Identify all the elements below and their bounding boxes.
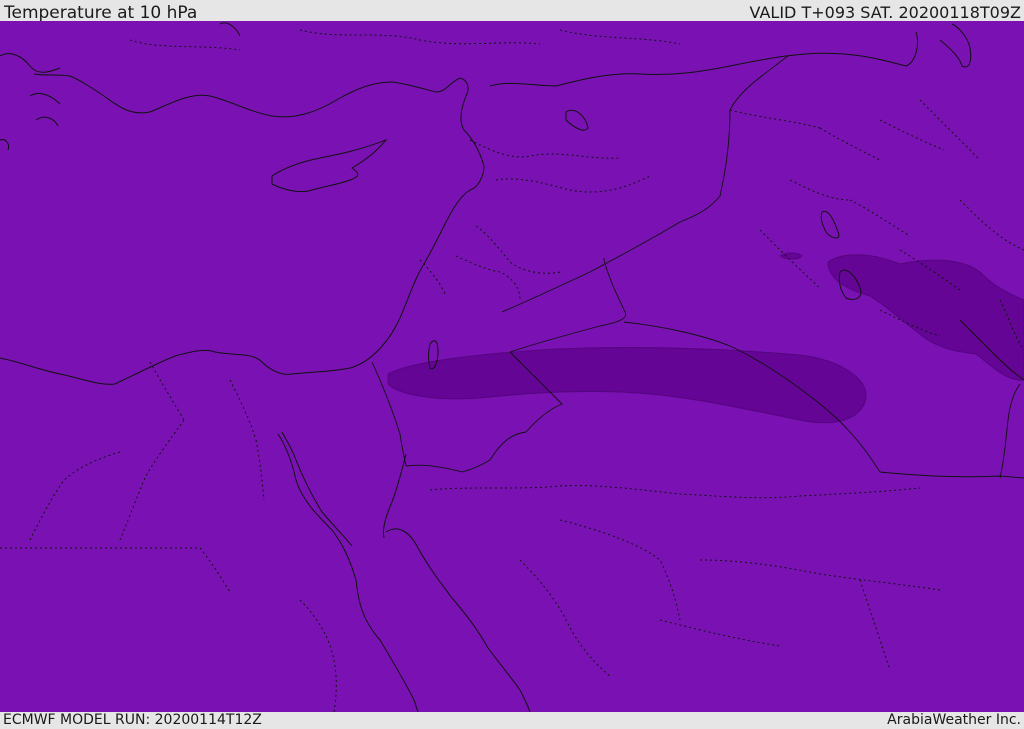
footer-bar: ECMWF MODEL RUN: 20200114T12Z ArabiaWeat… [0, 712, 1024, 729]
map-title: Temperature at 10 hPa [4, 3, 198, 23]
header-bar: Temperature at 10 hPa VALID T+093 SAT. 2… [0, 0, 1024, 23]
credit-label: ArabiaWeather Inc. [887, 712, 1021, 728]
model-run-label: ECMWF MODEL RUN: 20200114T12Z [3, 712, 262, 728]
temperature-map[interactable] [0, 21, 1024, 712]
cold-spot-small [779, 252, 803, 260]
valid-time: VALID T+093 SAT. 20200118T09Z [749, 3, 1021, 22]
